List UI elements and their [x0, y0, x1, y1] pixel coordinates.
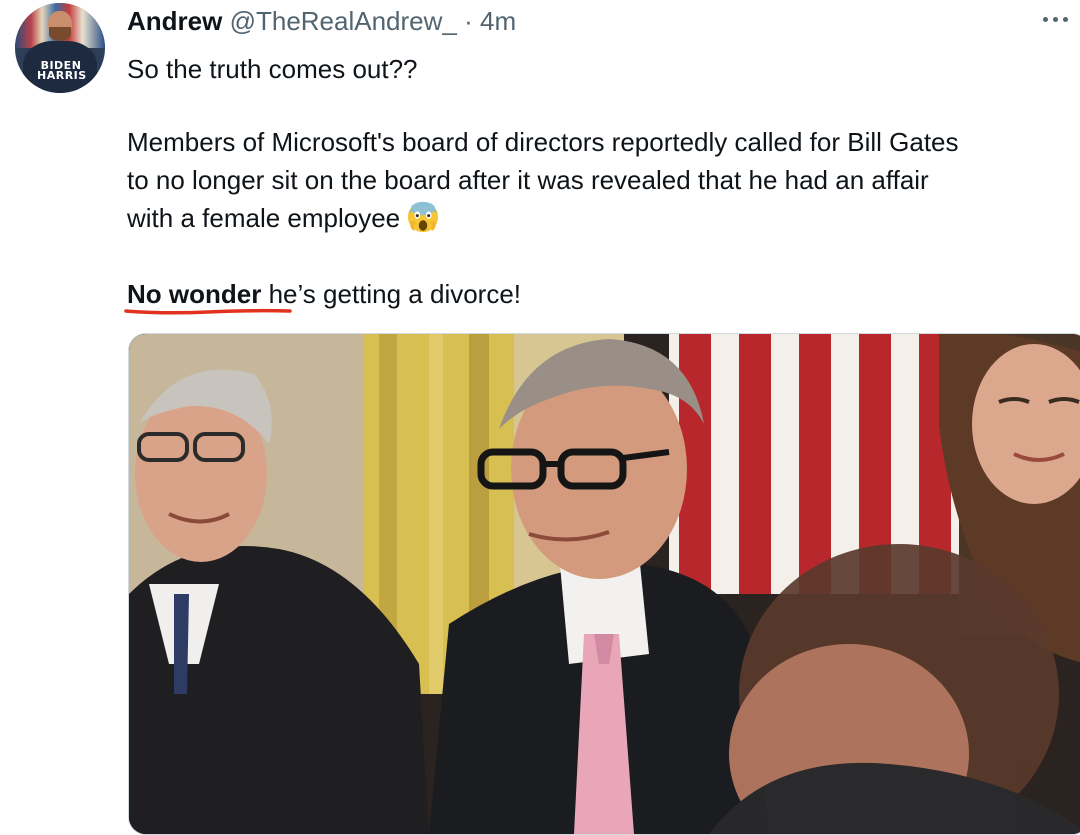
timestamp[interactable]: 4m: [480, 6, 516, 36]
author-name[interactable]: Andrew: [127, 6, 222, 36]
author-handle[interactable]: @TheRealAndrew_: [230, 6, 457, 36]
tweet-text-line: to no longer sit on the board after it w…: [127, 165, 929, 195]
tweet-text-line: Members of Microsoft's board of director…: [127, 127, 959, 157]
avatar[interactable]: BIDEN HARRIS: [15, 3, 105, 93]
avatar-beard: [49, 27, 71, 41]
tweet-text-segment: he’s getting a divorce!: [261, 279, 522, 309]
tweet-text-line: So the truth comes out??: [127, 54, 418, 84]
tweet-text-line: with a female employee: [127, 199, 440, 237]
bold-emphasis-text: No wonder: [127, 279, 262, 309]
tweet[interactable]: BIDEN HARRIS Andrew @TheRealAndrew_ · 4m…: [0, 0, 1080, 835]
photo-illustration: [129, 334, 1080, 834]
screaming-face-emoji-icon: [408, 201, 439, 233]
red-underline-annotation: [124, 308, 292, 315]
separator-dot: ·: [464, 6, 473, 36]
tweet-photo[interactable]: [128, 333, 1080, 835]
tweet-header: Andrew @TheRealAndrew_ · 4m: [127, 6, 516, 36]
more-options-icon[interactable]: [1038, 14, 1072, 24]
more-dot: [1052, 16, 1058, 22]
tweet-text-segment: with a female employee: [127, 203, 401, 233]
more-dot: [1042, 16, 1048, 22]
more-dot: [1062, 16, 1068, 22]
avatar-shirt-text: BIDEN HARRIS: [37, 59, 87, 82]
